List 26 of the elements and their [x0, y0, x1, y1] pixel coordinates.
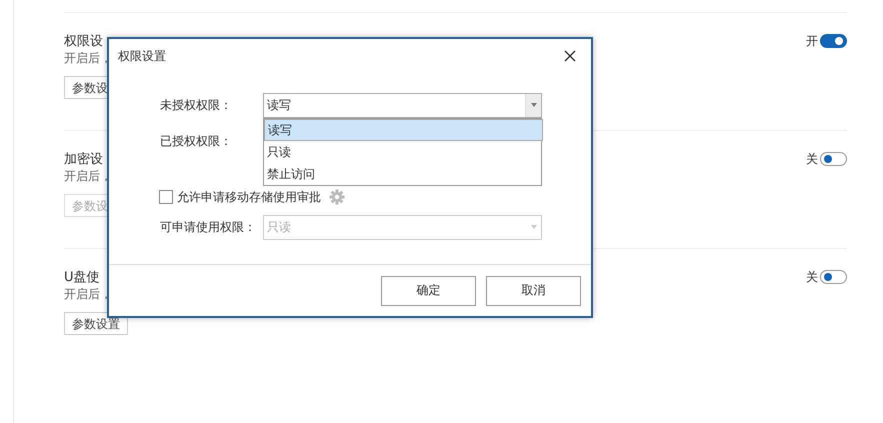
dialog-title: 权限设置 — [118, 48, 166, 64]
toggle-switch[interactable] — [820, 34, 847, 48]
toggle-label: 关 — [806, 268, 818, 286]
section-title: U盘使 — [64, 269, 100, 286]
settings-button[interactable]: 参数设置 — [64, 312, 128, 335]
section-title: 加密设 — [64, 151, 103, 168]
toggle-switch[interactable] — [820, 270, 847, 284]
field-label: 可申请使用权限： — [160, 218, 257, 236]
toggle-label: 关 — [806, 150, 818, 168]
toggle-switch[interactable] — [820, 152, 847, 166]
section-description: 开启后， — [64, 169, 112, 183]
dropdown-option[interactable]: 禁止访问 — [264, 162, 541, 184]
checkbox-label: 允许申请移动存储使用审批 — [177, 188, 321, 206]
field-label: 已授权权限： — [160, 132, 233, 150]
close-icon[interactable] — [563, 49, 577, 63]
checkbox[interactable] — [159, 190, 173, 204]
section-description: 开启后， — [64, 51, 112, 65]
field-label: 未授权权限： — [160, 96, 233, 114]
section-description: 开启后， — [64, 287, 112, 301]
dropdown-option[interactable]: 只读 — [264, 140, 541, 162]
dialog-button[interactable]: 取消 — [486, 276, 581, 306]
dropdown-option[interactable]: 读写 — [264, 118, 543, 140]
select-field[interactable]: 读写 — [263, 92, 542, 118]
section-title: 权限设 — [64, 33, 103, 50]
dialog-button[interactable]: 确定 — [381, 276, 476, 306]
toggle-label: 开 — [806, 32, 818, 50]
